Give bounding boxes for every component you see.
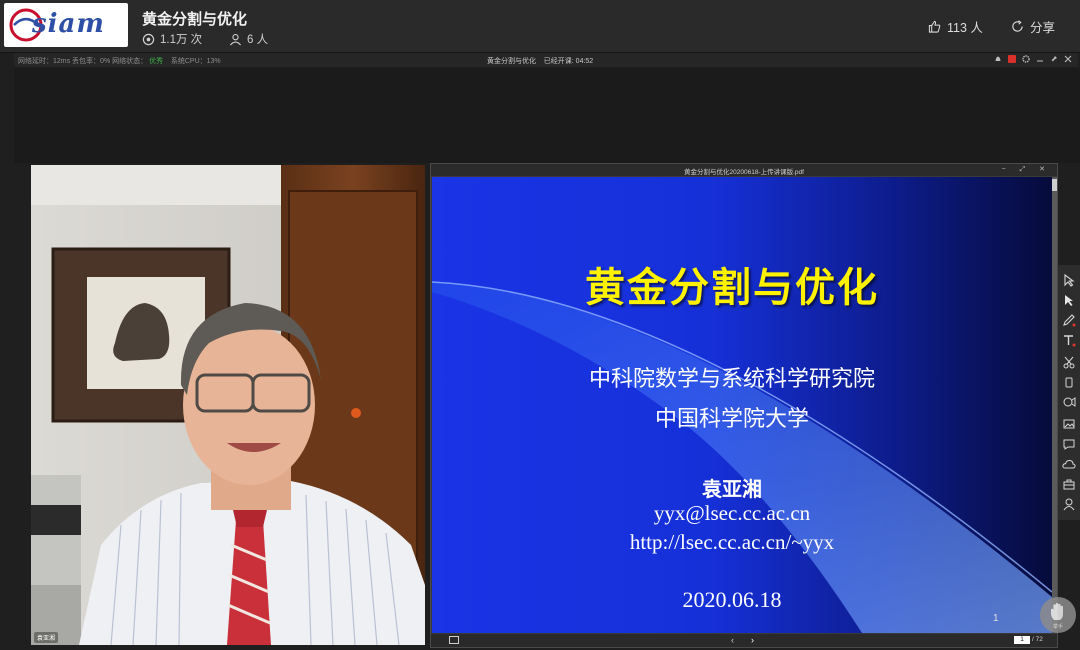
next-page-button[interactable]: › [751, 635, 754, 645]
share-label: 分享 [1030, 21, 1056, 35]
window-controls [994, 55, 1072, 63]
slide-affiliation-1: 中科院数学与系统科学研究院 [588, 367, 875, 392]
siam-logo: siam [4, 3, 128, 47]
view-count: 1.1万 次 [142, 31, 202, 47]
minimize-icon[interactable] [1036, 55, 1044, 63]
slide-email: yyx@lsec.cc.ac.cn [653, 501, 811, 525]
raise-hand-button[interactable]: 举手 [1040, 597, 1076, 633]
slide-date: 2020.06.18 [682, 587, 782, 612]
fullscreen-icon[interactable] [449, 636, 459, 644]
slide-viewer-window[interactable]: 黄金分割与优化20200618-上传讲课版.pdf − ⤢ ✕ 黄金分割与优化 … [430, 163, 1058, 648]
hand-icon [1051, 603, 1063, 620]
slide-scrollbar[interactable] [1052, 177, 1057, 633]
raise-hand-label: 举手 [1052, 624, 1063, 630]
slide-page-number: 1 [993, 613, 999, 624]
slide-title: 黄金分割与优化 [585, 265, 879, 311]
chat-icon[interactable] [1062, 437, 1076, 451]
image-icon[interactable] [1062, 417, 1076, 431]
slide-author: 袁亚湘 [702, 477, 762, 501]
eraser-icon[interactable] [1062, 375, 1076, 389]
prev-page-button[interactable]: ‹ [731, 635, 734, 645]
share-icon [1012, 20, 1023, 32]
network-stats-text: 网络延时：12ms 丢包率：0% 网络状态： [18, 58, 148, 65]
share-button[interactable]: 分享 [1011, 17, 1055, 36]
pointer-icon[interactable] [1062, 293, 1076, 307]
slide-file-name: 黄金分割与优化20200618-上传讲课版.pdf [684, 169, 804, 176]
cloud-icon[interactable] [1062, 457, 1076, 471]
class-status: 黄金分割与优化 已经开课: 04:52 [487, 56, 593, 66]
viewer-count-text: 6 人 [247, 34, 269, 46]
settings-icon[interactable] [1022, 55, 1030, 63]
live-title: 黄金分割与优化 [142, 11, 248, 28]
class-elapsed-time: 已经开课: 04:52 [543, 58, 594, 65]
bell-icon[interactable] [994, 55, 1002, 63]
network-status: 网络延时：12ms 丢包率：0% 网络状态： 优秀 系统CPU：13% [18, 56, 221, 66]
page-total: / 72 [1032, 636, 1043, 643]
camera-image [31, 165, 425, 645]
slide-affiliation-2: 中国科学院大学 [654, 407, 809, 432]
eye-icon [142, 33, 155, 45]
logo-text: siam [32, 9, 105, 39]
page-number-input[interactable]: 1 [1014, 636, 1030, 644]
close-icon[interactable] [1064, 55, 1072, 63]
viewer-count: 6 人 [229, 31, 268, 47]
slide-viewer-titlebar: 黄金分割与优化20200618-上传讲课版.pdf − ⤢ ✕ [431, 164, 1057, 176]
slide-url: http://lsec.cc.ac.cn/~yyx [629, 530, 835, 554]
status-bar: 网络延时：12ms 丢包率：0% 网络状态： 优秀 系统CPU：13% 黄金分割… [14, 53, 1078, 67]
text-icon[interactable] [1062, 333, 1076, 347]
record-red-icon[interactable] [1008, 55, 1016, 63]
like-button[interactable]: 113 人 [928, 17, 983, 36]
pen-icon[interactable] [1062, 313, 1076, 327]
camera-name-label: 袁亚湘 [34, 632, 59, 643]
toolbox-icon[interactable] [1062, 477, 1076, 491]
thumbs-up-icon [928, 20, 941, 33]
camera-feed[interactable]: 袁亚湘 [31, 165, 425, 645]
user-icon[interactable] [1062, 497, 1076, 511]
select-icon[interactable] [1062, 273, 1076, 287]
cpu-usage: 系统CPU：13% [170, 58, 221, 65]
record-icon[interactable] [1062, 395, 1076, 409]
person-icon [229, 33, 242, 45]
like-count: 113 人 [947, 21, 983, 35]
presentation-slide: 黄金分割与优化 中科院数学与系统科学研究院 中国科学院大学 袁亚湘 yyx@ls… [432, 177, 1052, 633]
network-state: 优秀 [149, 58, 164, 65]
top-header: siam 黄金分割与优化 1.1万 次 6 人 113 人 分享 [0, 0, 1080, 53]
pin-icon[interactable] [1050, 55, 1058, 63]
tool-column [1058, 265, 1080, 520]
slide-scroll-thumb[interactable] [1052, 179, 1057, 191]
scissors-icon[interactable] [1062, 355, 1076, 369]
view-count-text: 1.1万 次 [160, 34, 203, 46]
slide-nav-bar: ‹ › 1 / 72 [431, 634, 1057, 647]
stage-background [14, 68, 1080, 163]
slide-window-buttons[interactable]: − ⤢ ✕ [1002, 165, 1051, 174]
class-title: 黄金分割与优化 [487, 58, 536, 65]
